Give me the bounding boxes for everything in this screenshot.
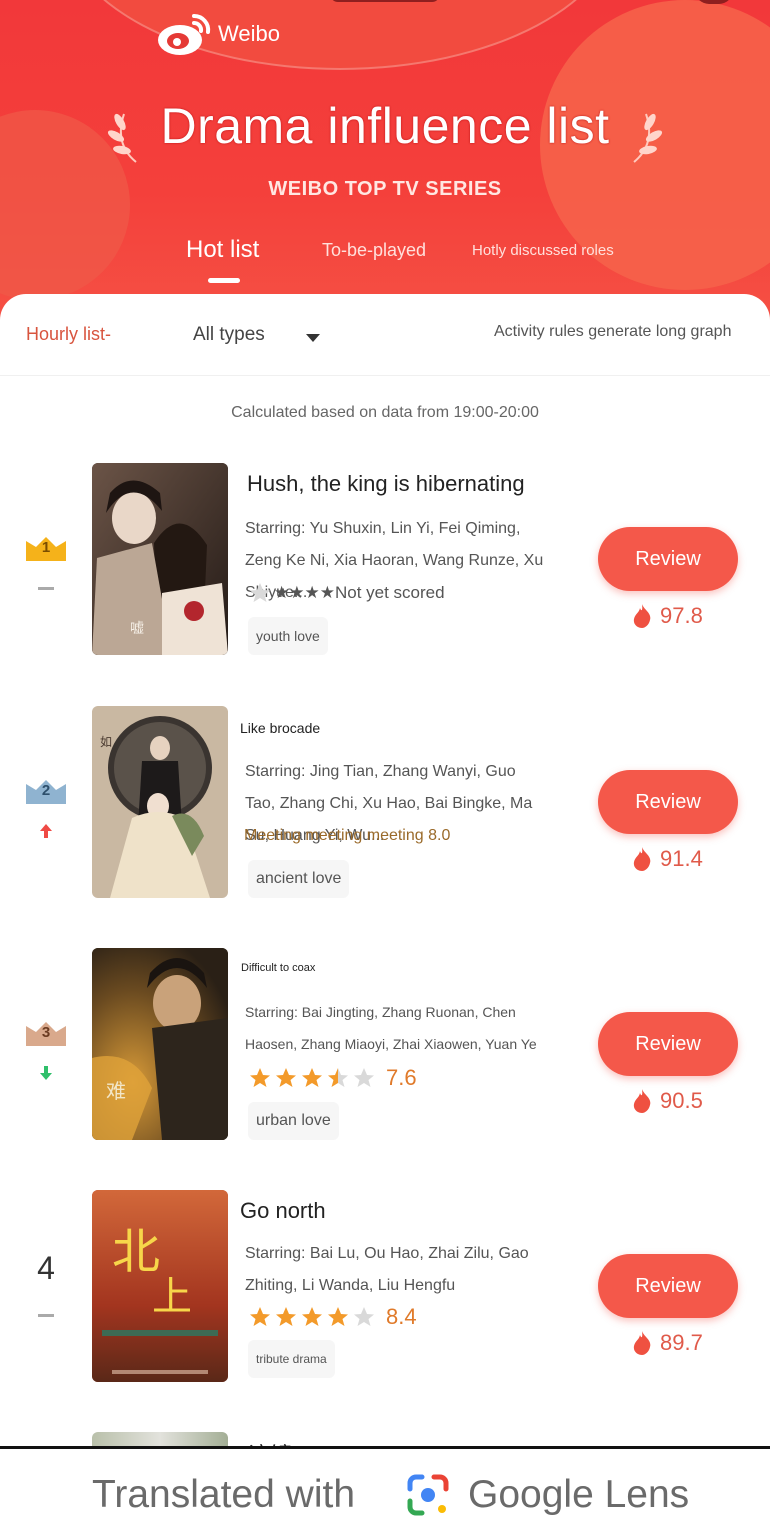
caret-down-icon[interactable] [306,334,320,342]
score-line: ★★★★Not yet scored [248,578,445,608]
score-text: Meeting meeting meeting 8.0 [244,827,451,844]
heat-score: 90.5 [632,1088,703,1114]
star-half-icon [328,1068,348,1087]
genre-tag[interactable]: ancient love [248,860,350,898]
starring-text: Starring: Bai Lu, Ou Hao, Zhai Zilu, Gao… [245,1245,529,1294]
laurel-right-icon [633,113,663,163]
star-empty-icon [354,1068,374,1087]
heat-value: 90.5 [660,1088,703,1113]
flame-icon [633,1089,651,1113]
review-button[interactable]: Review [598,1254,738,1318]
active-tab-indicator [208,278,240,283]
rank-number: 1 [41,539,51,556]
list-item[interactable]: 1 嘘 Hush, the king is hibernating Starri… [0,463,770,663]
period-dropdown[interactable]: Hourly list- [26,324,111,345]
flame-icon [633,1331,651,1355]
svg-text:难: 难 [106,1079,126,1103]
list-item[interactable]: 2 如 Like brocade Starring: Jing Tian, Zh… [0,706,770,906]
review-button[interactable]: Review [598,527,738,591]
star-full-icon [302,1068,322,1087]
logo-text: Weibo [218,21,280,46]
star-full-icon [328,1307,348,1326]
weibo-eye-icon [158,13,211,55]
score-value: 8.4 [386,1304,417,1329]
flame-icon [633,847,651,871]
heat-score: 97.8 [632,603,703,629]
filter-bar: Hourly list- All types Activity rules ge… [0,294,770,376]
star-full-icon [276,1307,296,1326]
starring-text: Starring: Bai Jingting, Zhang Ruonan, Ch… [245,1004,537,1052]
google-lens-icon [407,1474,449,1516]
poster-image[interactable]: 难 [92,948,228,1140]
svg-text:上: 上 [152,1274,192,1320]
tab-hot-list[interactable]: Hot list [186,236,259,264]
translation-footer: Translated with Google Lens [0,1446,770,1536]
tab-to-be-played[interactable]: To-be-played [322,240,426,261]
no-change-icon [38,1314,54,1317]
type-dropdown[interactable]: All types [193,324,265,346]
activity-rules-link[interactable]: Activity rules generate long graph [494,323,731,341]
svg-text:嘘: 嘘 [130,621,144,637]
score-line: 8.4 [248,1302,417,1332]
list-item[interactable]: 4 北 上 Go north Starring: Bai Lu, Ou Hao,… [0,1190,770,1390]
tab-bar: Hot list To-be-played Hotly discussed ro… [0,236,770,286]
google-lens-text: Google Lens [468,1473,690,1516]
calculation-note: Calculated based on data from 19:00-20:0… [231,404,539,421]
drama-title[interactable]: Hush, the king is hibernating [247,471,525,497]
weibo-logo[interactable]: Weibo [156,10,280,58]
heat-score: 91.4 [632,846,703,872]
poster-image[interactable]: 嘘 [92,463,228,655]
genre-tag[interactable]: urban love [248,1102,339,1140]
star-empty-icon [354,1307,374,1326]
heat-score: 89.7 [632,1330,703,1356]
poster-image[interactable]: 北 上 [92,1190,228,1382]
heat-value: 91.4 [660,846,703,871]
drama-title[interactable]: Go north [240,1198,326,1224]
svg-text:北: 北 [112,1224,160,1280]
arrow-up-icon [40,824,52,838]
genre-tag[interactable]: tribute drama [248,1340,335,1378]
drama-title[interactable]: Difficult to coax [241,962,315,974]
score-line: 7.6 [248,1063,417,1093]
no-change-icon [38,587,54,590]
star-full-icon [250,1068,270,1087]
rank-number: 2 [41,782,51,799]
score-value: 7.6 [386,1065,417,1090]
heat-value: 89.7 [660,1330,703,1355]
rank-number: 3 [41,1024,51,1041]
star-full-icon [276,1068,296,1087]
star-full-icon [302,1307,322,1326]
rank-number: 4 [37,1250,55,1286]
header-banner: Weibo Drama influence list WEIBO TOP TV … [0,0,770,320]
score-line: Meeting meeting meeting 8.0 [244,821,450,851]
list-item[interactable]: 3 难 Difficult to coax Starring: Bai Jing… [0,948,770,1148]
drama-title[interactable]: Like brocade [240,720,320,736]
score-text: ★★★★Not yet scored [274,583,445,602]
decor-arc [60,0,620,70]
flame-icon [633,604,651,628]
translated-with-text: Translated with [92,1473,356,1516]
genre-tag[interactable]: youth love [248,617,328,655]
star-full-icon [250,1307,270,1326]
star-empty-icon [250,583,270,602]
page-subtitle: WEIBO TOP TV SERIES [268,178,502,200]
arrow-down-icon [40,1066,52,1080]
star-rating [248,1305,376,1329]
svg-text:如: 如 [100,734,112,749]
tab-hotly-discussed-roles[interactable]: Hotly discussed roles [472,242,614,259]
review-button[interactable]: Review [598,1012,738,1076]
heat-value: 97.8 [660,603,703,628]
review-button[interactable]: Review [598,770,738,834]
star-rating [248,1066,376,1090]
page: Weibo Drama influence list WEIBO TOP TV … [0,0,770,1536]
status-pill [330,0,440,2]
poster-image[interactable]: 如 [92,706,228,898]
